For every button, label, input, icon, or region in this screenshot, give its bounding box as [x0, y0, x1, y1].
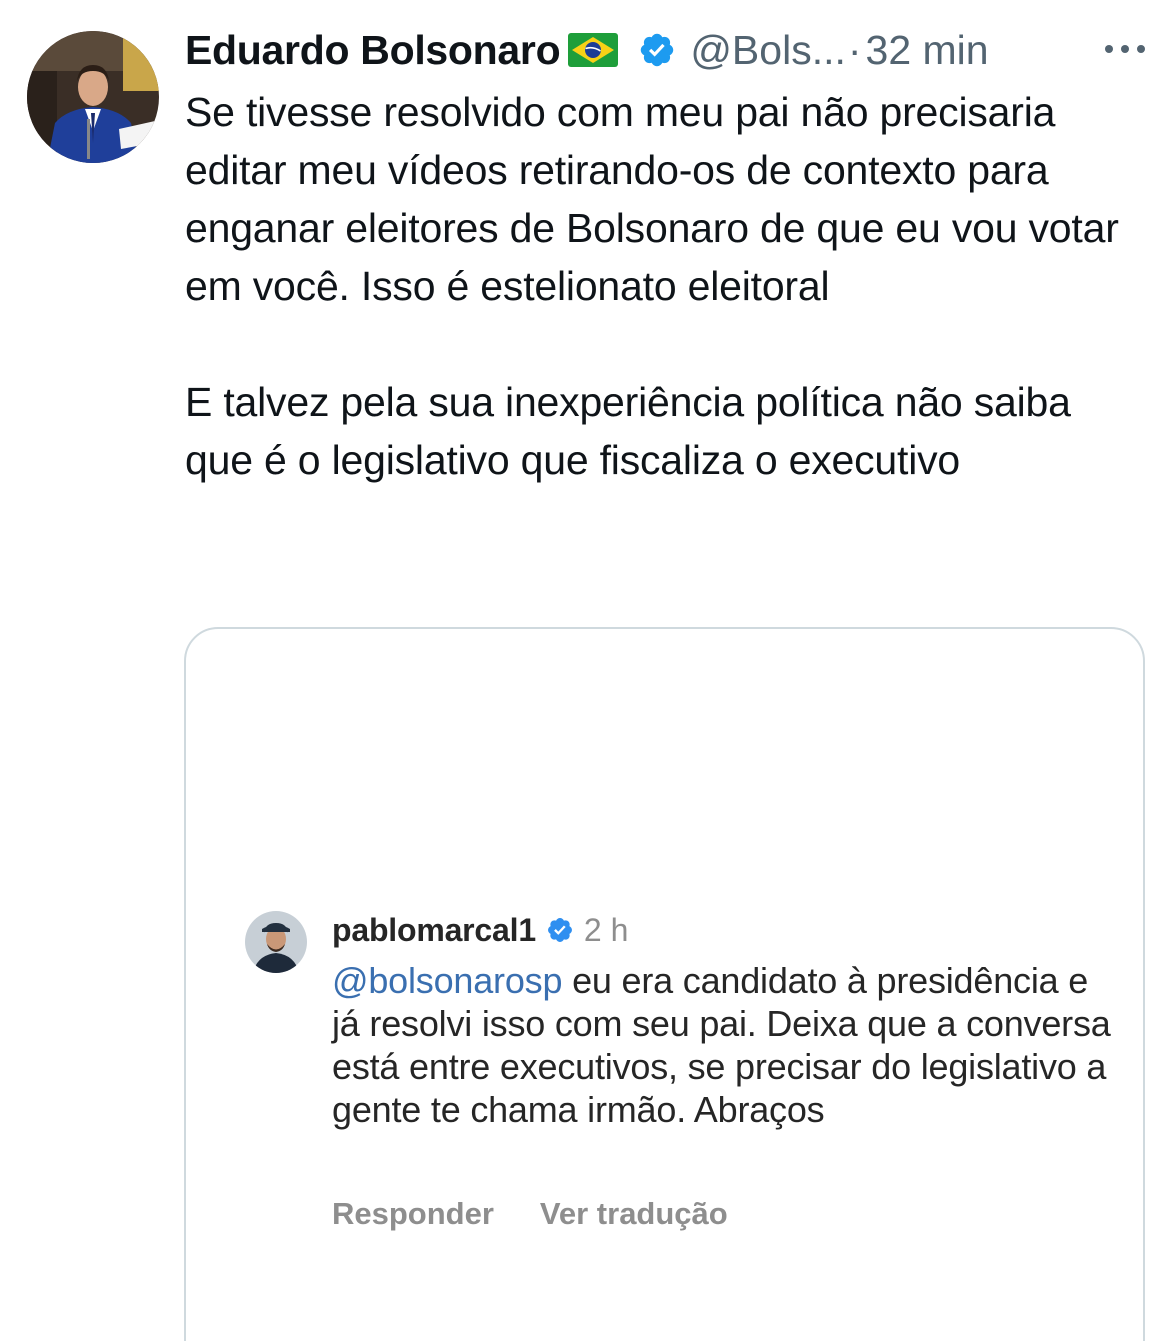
comment-actions: Responder Ver tradução	[332, 1196, 728, 1232]
commenter-avatar	[245, 911, 307, 973]
comment-mention: @bolsonarosp	[332, 960, 563, 1001]
tweet-header: Eduardo Bolsonaro @Bols... · 32 min	[185, 22, 1145, 78]
comment-text: @bolsonarosp eu era candidato à presidên…	[332, 959, 1122, 1131]
comment-header: pablomarcal1 2 h	[332, 909, 628, 951]
commenter-avatar-photo	[245, 911, 307, 973]
author-handle[interactable]: @Bols...	[690, 27, 846, 74]
tweet-paragraph-2: E talvez pela sua inexperiência política…	[185, 379, 1071, 483]
author-avatar[interactable]	[27, 31, 159, 163]
brazil-flag-icon	[568, 33, 619, 67]
verified-badge-icon[interactable]	[638, 31, 676, 69]
more-dots-icon[interactable]	[1100, 34, 1150, 64]
reply-label: Responder	[332, 1196, 494, 1231]
translate-label: Ver tradução	[539, 1196, 728, 1231]
avatar-photo	[27, 31, 159, 163]
author-name[interactable]: Eduardo Bolsonaro	[185, 27, 561, 74]
verified-badge-icon	[547, 918, 572, 942]
separator-dot: ·	[847, 26, 862, 73]
tweet-paragraph-1: Se tivesse resolvido com meu pai não pre…	[185, 89, 1119, 309]
tweet-text: Se tivesse resolvido com meu pai não pre…	[185, 83, 1145, 489]
tweet: Eduardo Bolsonaro @Bols... · 32 min Se t…	[0, 0, 1170, 1341]
commenter-username: pablomarcal1	[332, 911, 536, 948]
tweet-timestamp[interactable]: 32 min	[866, 27, 989, 74]
media-card[interactable]: pablomarcal1 2 h @bolsonarosp eu era can…	[184, 627, 1145, 1341]
comment-timestamp: 2 h	[583, 911, 629, 948]
